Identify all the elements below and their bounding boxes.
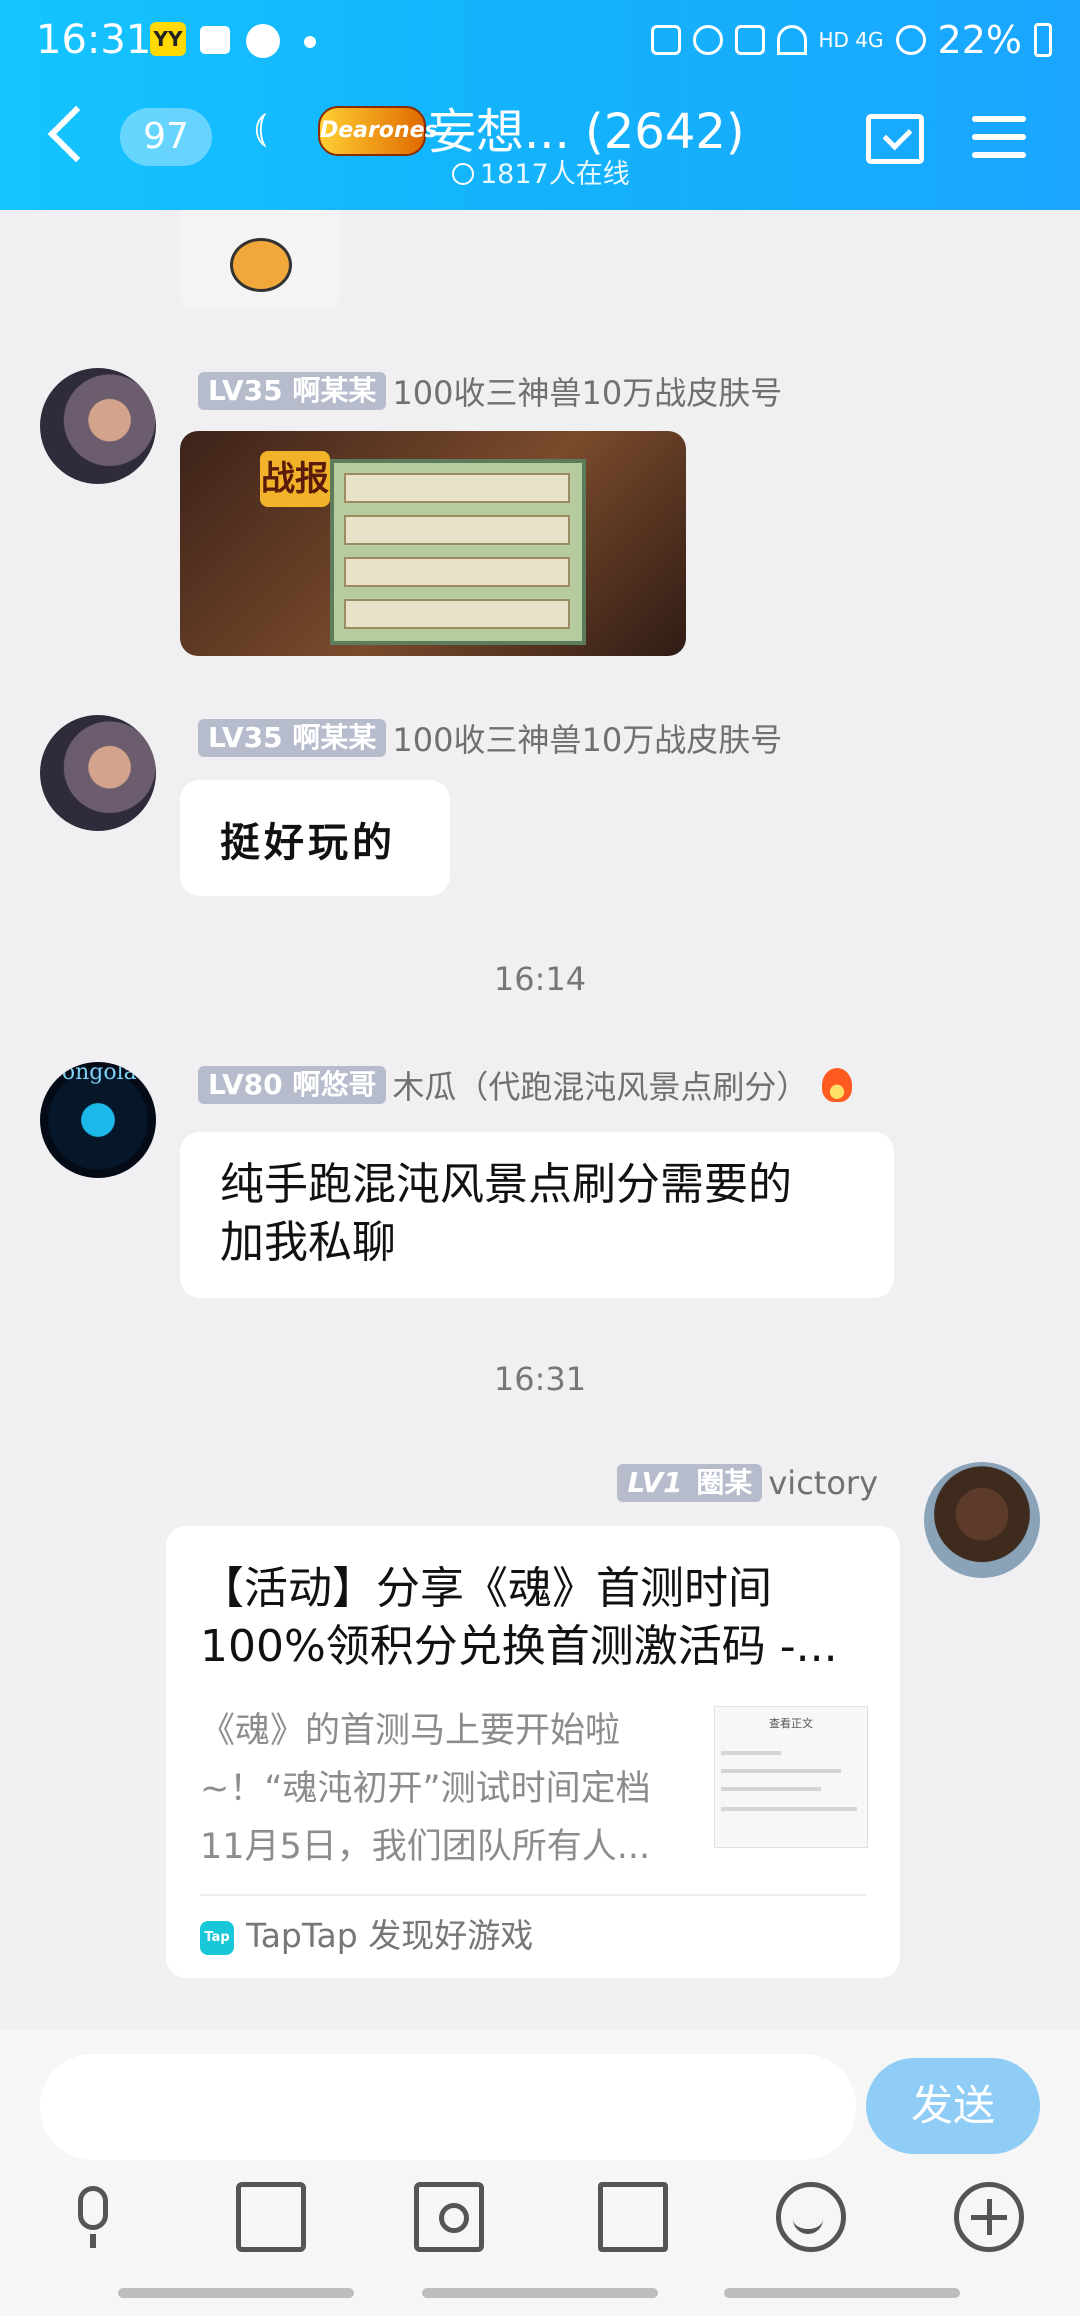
level-text: LV35 bbox=[208, 721, 283, 754]
nickname: 啊某某 bbox=[292, 374, 377, 407]
nickname: 圈某 bbox=[696, 1466, 753, 1499]
image-message[interactable]: 战报 bbox=[180, 431, 686, 656]
plus-icon[interactable] bbox=[954, 2182, 1024, 2252]
status-right: HD 4G 22% bbox=[650, 18, 1052, 62]
source-text: TapTap 发现好游戏 bbox=[246, 1916, 534, 1955]
level-text: LV80 bbox=[208, 1068, 283, 1101]
avatar[interactable] bbox=[40, 368, 156, 484]
sender-info: LV1 圈某 victory bbox=[617, 1462, 878, 1502]
card-title: 【活动】分享《魂》首测时间 100%领积分兑换首测激活码 -... bbox=[200, 1563, 838, 1672]
battle-report-badge: 战报 bbox=[260, 451, 330, 507]
online-text: 1817人在线 bbox=[480, 159, 630, 190]
nav-bar: 97 ⦅ Dearones 妄想... (2642) 1817人在线 bbox=[0, 96, 1080, 196]
nickname: 啊悠哥 bbox=[292, 1068, 377, 1101]
alarm-icon bbox=[692, 25, 723, 55]
nav-handle bbox=[118, 2288, 354, 2298]
battery-icon bbox=[1034, 23, 1052, 57]
send-button[interactable]: 发送 bbox=[866, 2058, 1040, 2154]
card-thumbnail: 查看正文 bbox=[714, 1706, 868, 1848]
image-panel bbox=[330, 459, 586, 645]
input-bar: 发送 bbox=[0, 2030, 1080, 2316]
message-list[interactable]: LV35 啊某某 100收三神兽10万战皮肤号 战报 LV35 啊某某 100收三神… bbox=[0, 210, 1080, 2030]
yy-app-icon: YY bbox=[150, 22, 186, 56]
battery-percent: 22% bbox=[937, 18, 1022, 62]
avatar[interactable] bbox=[924, 1462, 1040, 1578]
message-bubble[interactable]: 纯手跑混沌风景点刷分需要的 加我私聊 bbox=[180, 1132, 894, 1298]
timestamp: 16:31 bbox=[493, 1360, 587, 1398]
nav-handle bbox=[422, 2288, 658, 2298]
camera-icon[interactable] bbox=[414, 2182, 484, 2252]
menu-icon[interactable] bbox=[972, 116, 1026, 170]
group-logo: Dearones bbox=[318, 106, 438, 156]
message-text: 挺好玩的 bbox=[220, 819, 396, 866]
calendar-check-icon[interactable] bbox=[866, 114, 924, 164]
avatar[interactable] bbox=[40, 715, 156, 831]
status-bar: 16:31 YY HD 4G 22% bbox=[36, 18, 1052, 62]
taptap-icon: Tap bbox=[200, 1920, 234, 1955]
member-title: 木瓜（代跑混沌风景点刷分） bbox=[392, 1068, 809, 1106]
unread-badge[interactable]: 97 bbox=[120, 108, 212, 166]
share-card[interactable]: 【活动】分享《魂》首测时间 100%领积分兑换首测激活码 -... 《魂》的首测… bbox=[166, 1526, 900, 1978]
microphone-icon[interactable] bbox=[58, 2182, 128, 2252]
shopping-bag-icon bbox=[200, 26, 230, 54]
online-count: 1817人在线 bbox=[452, 152, 630, 191]
sender-info: LV80 啊悠哥 木瓜（代跑混沌风景点刷分） bbox=[198, 1062, 853, 1108]
image-icon[interactable] bbox=[236, 2182, 306, 2252]
sticker-message[interactable] bbox=[180, 210, 340, 310]
recycle-icon bbox=[650, 25, 681, 55]
member-title: victory bbox=[768, 1464, 878, 1502]
online-icon bbox=[452, 163, 474, 185]
member-title: 100收三神兽10万战皮肤号 bbox=[392, 374, 783, 412]
red-packet-icon[interactable] bbox=[598, 2182, 668, 2252]
level-text: LV35 bbox=[208, 374, 283, 407]
level-text: LV1 bbox=[627, 1466, 683, 1499]
emoji-icon[interactable] bbox=[776, 2182, 846, 2252]
wifi-icon bbox=[776, 25, 807, 55]
chat-header: 16:31 YY HD 4G 22% 97 ⦅ Dearones 妄想... (… bbox=[0, 0, 1080, 210]
fire-icon bbox=[822, 1068, 853, 1102]
card-description: 《魂》的首测马上要开始啦 ~！“魂沌初开”测试时间定档 11月5日，我们团队所有… bbox=[200, 1711, 651, 1867]
message-bubble[interactable]: 挺好玩的 bbox=[180, 780, 450, 896]
message-input[interactable] bbox=[40, 2054, 856, 2160]
input-toolbar bbox=[0, 2182, 1080, 2262]
browser-icon bbox=[246, 24, 280, 58]
mute-icon bbox=[734, 25, 765, 55]
level-badge: LV1 圈某 bbox=[617, 1464, 763, 1502]
avatar[interactable] bbox=[40, 1062, 156, 1178]
nav-handle bbox=[724, 2288, 960, 2298]
nickname: 啊某某 bbox=[292, 721, 377, 754]
card-source: Tap TapTap 发现好游戏 bbox=[200, 1908, 533, 1964]
level-badge: LV35 啊某某 bbox=[198, 719, 387, 757]
back-icon[interactable] bbox=[47, 105, 105, 163]
ear-icon[interactable]: ⦅ bbox=[254, 104, 267, 150]
notification-dot-icon bbox=[304, 36, 316, 48]
network-label: HD 4G bbox=[818, 28, 884, 52]
thumbnail-title: 查看正文 bbox=[769, 1717, 813, 1730]
sender-info: LV35 啊某某 100收三神兽10万战皮肤号 bbox=[198, 368, 782, 414]
level-badge: LV35 啊某某 bbox=[198, 372, 387, 410]
member-title: 100收三神兽10万战皮肤号 bbox=[392, 721, 783, 759]
sender-info: LV35 啊某某 100收三神兽10万战皮肤号 bbox=[198, 715, 782, 761]
level-badge: LV80 啊悠哥 bbox=[198, 1066, 387, 1104]
status-time: 16:31 bbox=[36, 17, 152, 63]
timestamp: 16:14 bbox=[493, 960, 587, 998]
message-text: 纯手跑混沌风景点刷分需要的 加我私聊 bbox=[220, 1159, 792, 1268]
dnd-icon bbox=[895, 25, 926, 55]
card-divider bbox=[200, 1894, 866, 1896]
